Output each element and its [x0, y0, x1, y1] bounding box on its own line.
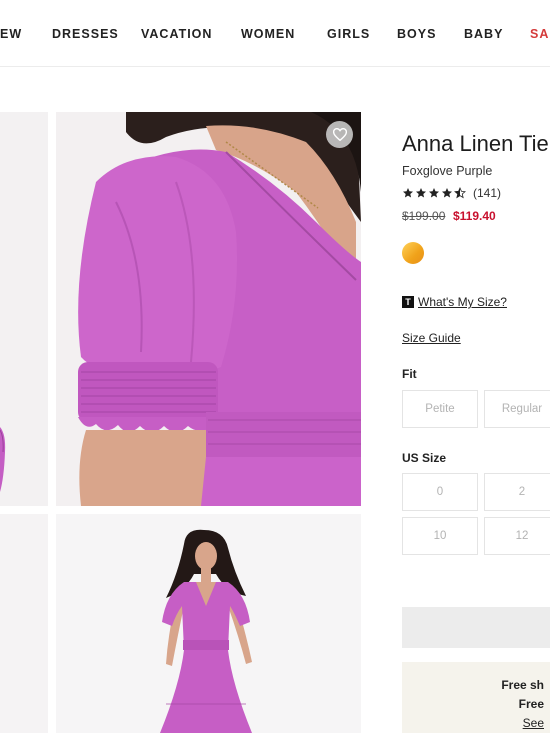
color-swatch-selected[interactable]	[402, 242, 424, 264]
true-fit-logo-icon: T	[402, 296, 414, 308]
shipping-details-link[interactable]: See	[523, 716, 544, 730]
fit-label: Fit	[402, 367, 417, 381]
fit-option-regular[interactable]: Regular	[484, 390, 550, 428]
heart-icon	[332, 128, 347, 141]
add-to-bag-button[interactable]	[402, 607, 550, 648]
product-image-side-2[interactable]	[0, 514, 48, 733]
product-image-full[interactable]	[56, 514, 361, 733]
product-color-name: Foxglove Purple	[402, 164, 493, 178]
size-option-0[interactable]: 0	[402, 473, 478, 511]
star-icon	[442, 188, 452, 198]
star-icon	[403, 188, 413, 198]
size-guide-link[interactable]: Size Guide	[402, 331, 461, 345]
size-option-2[interactable]: 2	[484, 473, 550, 511]
product-rating[interactable]: (141)	[402, 186, 501, 200]
size-option-12[interactable]: 12	[484, 517, 550, 555]
star-icon	[416, 188, 426, 198]
product-title: Anna Linen Tier	[402, 131, 550, 156]
star-icon	[429, 188, 439, 198]
original-price: $199.00	[402, 209, 446, 223]
size-option-10[interactable]: 10	[402, 517, 478, 555]
shipping-line-2: Free	[518, 697, 544, 711]
nav-item-women[interactable]: WOMEN	[241, 27, 295, 41]
shipping-info-box: Free sh Free See	[402, 662, 550, 733]
nav-item-vacation[interactable]: VACATION	[141, 27, 212, 41]
half-star-icon	[454, 187, 466, 199]
whats-my-size-link[interactable]: T What's My Size?	[402, 295, 507, 309]
product-info-panel: Anna Linen Tier Foxglove Purple (141) $1…	[402, 0, 550, 733]
wishlist-button[interactable]	[326, 121, 353, 148]
product-image-main[interactable]	[56, 112, 361, 506]
nav-item-girls[interactable]: GIRLS	[327, 27, 370, 41]
review-count[interactable]: (141)	[473, 186, 501, 200]
us-size-label: US Size	[402, 451, 447, 465]
fit-option-petite[interactable]: Petite	[402, 390, 478, 428]
whats-my-size-label[interactable]: What's My Size?	[418, 295, 507, 309]
shipping-line-1: Free sh	[501, 678, 544, 692]
nav-item-new[interactable]: EW	[0, 27, 22, 41]
rating-stars	[402, 187, 466, 199]
product-image-side-1[interactable]	[0, 112, 48, 506]
nav-item-dresses[interactable]: DRESSES	[52, 27, 119, 41]
sale-price: $119.40	[453, 209, 496, 223]
